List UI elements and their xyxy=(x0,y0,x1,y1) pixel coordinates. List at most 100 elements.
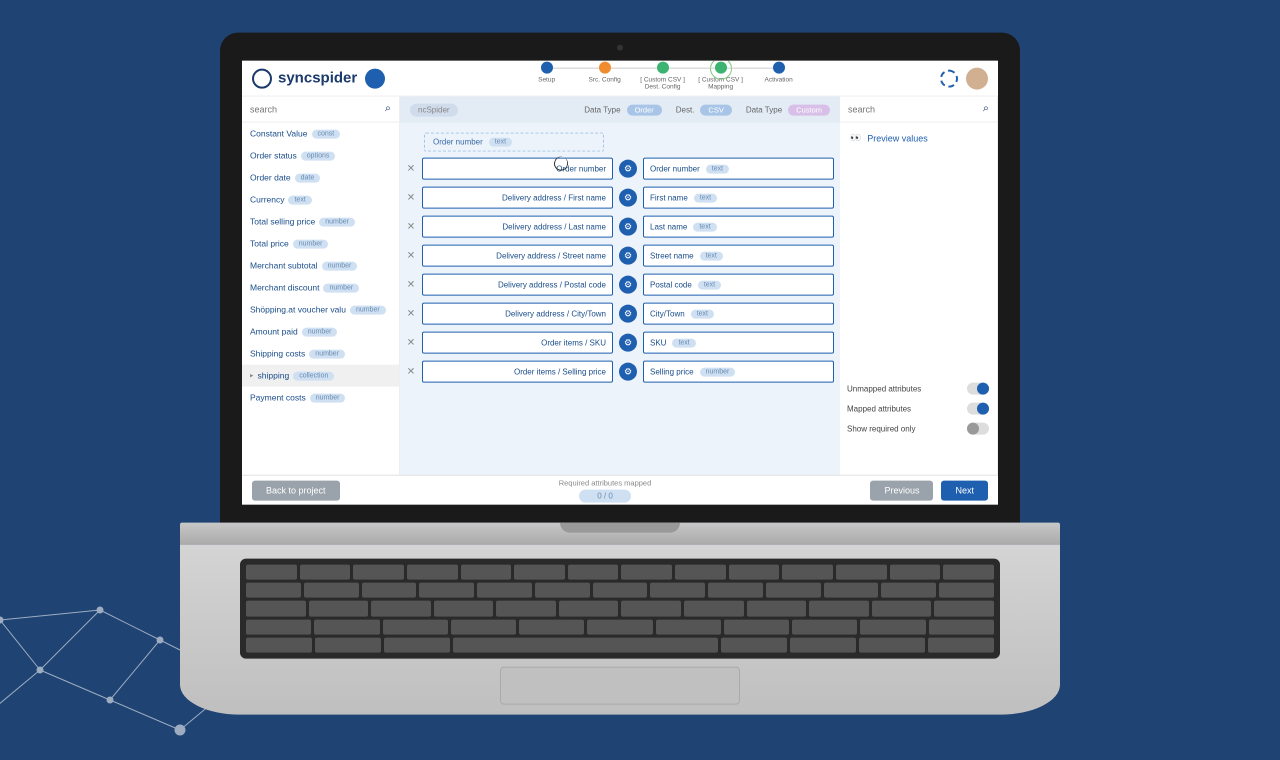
mapping-dest-label: City/Town xyxy=(650,309,685,318)
step-label: Activation xyxy=(765,76,793,83)
search-icon[interactable]: ⌕ xyxy=(385,103,391,116)
remove-mapping-icon[interactable]: ✕ xyxy=(406,221,416,232)
attr-type-tag: number xyxy=(322,261,358,270)
mapping-source-box[interactable]: Delivery address / Postal code xyxy=(422,274,613,296)
attr-name: Order status xyxy=(250,151,297,161)
source-attr-item[interactable]: Constant Valueconst xyxy=(242,123,399,145)
dest-data-type-value: Custom xyxy=(788,104,830,115)
mapping-dest-box[interactable]: First nametext xyxy=(643,187,834,209)
mapping-gear-icon[interactable]: ⚙ xyxy=(619,334,637,352)
attr-name: Merchant discount xyxy=(250,283,319,293)
mapping-source-label: Order items / SKU xyxy=(541,338,606,347)
source-attr-item[interactable]: Total pricenumber xyxy=(242,233,399,255)
source-attr-item[interactable]: Merchant discountnumber xyxy=(242,277,399,299)
mapping-dest-box[interactable]: Selling price number xyxy=(643,361,834,383)
mapping-gear-icon[interactable]: ⚙ xyxy=(619,305,637,323)
remove-mapping-icon[interactable]: ✕ xyxy=(406,163,416,174)
attr-type-tag: collection xyxy=(293,371,334,380)
drag-slot[interactable]: Order number text xyxy=(424,133,604,152)
remove-mapping-icon[interactable]: ✕ xyxy=(406,250,416,261)
destination-panel: ⌕ 👀 Preview values Unmapped attributesMa… xyxy=(840,97,998,475)
source-attr-item[interactable]: Merchant subtotalnumber xyxy=(242,255,399,277)
user-avatar[interactable] xyxy=(966,67,988,89)
source-attr-item[interactable]: Total selling pricenumber xyxy=(242,211,399,233)
mapping-dest-label: Street name xyxy=(650,251,694,260)
remove-mapping-icon[interactable]: ✕ xyxy=(406,192,416,203)
next-button[interactable]: Next xyxy=(941,480,988,500)
step-dot-icon xyxy=(599,61,611,73)
mapping-dest-box[interactable]: City/Town text xyxy=(643,303,834,325)
remove-mapping-icon[interactable]: ✕ xyxy=(406,308,416,319)
mapping-dest-label: Last name xyxy=(650,222,687,231)
attr-name: Shöpping.at voucher valu xyxy=(250,305,346,315)
help-icon[interactable] xyxy=(940,69,958,87)
mapping-gear-icon[interactable]: ⚙ xyxy=(619,247,637,265)
mapping-source-box[interactable]: Delivery address / Street name xyxy=(422,245,613,267)
drag-slot-label: Order number xyxy=(433,138,483,147)
attr-name: Total price xyxy=(250,239,289,249)
step-label: [ Custom CSV ]Mapping xyxy=(698,76,743,90)
step-3[interactable]: [ Custom CSV ]Mapping xyxy=(692,61,750,90)
mapping-row: ✕ Order items / SKU ⚙ SKUtext xyxy=(406,332,834,354)
dest-search-input[interactable] xyxy=(848,104,983,114)
mapping-gear-icon[interactable]: ⚙ xyxy=(619,160,637,178)
mapping-source-box[interactable]: Order items / SKU xyxy=(422,332,613,354)
step-2[interactable]: [ Custom CSV ]Dest. Config xyxy=(634,61,692,90)
step-4[interactable]: Activation xyxy=(750,61,808,83)
mapping-dest-label: Order number xyxy=(650,164,700,173)
mapping-dest-type: number xyxy=(700,367,736,376)
mapping-dest-type: text xyxy=(691,309,714,318)
source-attr-item[interactable]: Amount paidnumber xyxy=(242,321,399,343)
remove-mapping-icon[interactable]: ✕ xyxy=(406,366,416,377)
mapping-dest-box[interactable]: Last nametext xyxy=(643,216,834,238)
source-attr-item[interactable]: Currencytext xyxy=(242,189,399,211)
mapping-dest-box[interactable]: Street name text xyxy=(643,245,834,267)
mapping-gear-icon[interactable]: ⚙ xyxy=(619,218,637,236)
back-to-project-button[interactable]: Back to project xyxy=(252,480,340,500)
attr-name: Constant Value xyxy=(250,129,308,139)
source-attr-item[interactable]: Shöpping.at voucher valunumber xyxy=(242,299,399,321)
source-attr-item[interactable]: Order datedate xyxy=(242,167,399,189)
mapping-gear-icon[interactable]: ⚙ xyxy=(619,276,637,294)
source-attr-item[interactable]: Order statusoptions xyxy=(242,145,399,167)
mapping-dest-label: First name xyxy=(650,193,688,202)
mapping-source-box[interactable]: Delivery address / City/Town xyxy=(422,303,613,325)
mapping-dest-box[interactable]: SKUtext xyxy=(643,332,834,354)
mapping-source-box[interactable]: Delivery address / First name xyxy=(422,187,613,209)
mapping-row: ✕ Delivery address / Street name ⚙ Street n… xyxy=(406,245,834,267)
remove-mapping-icon[interactable]: ✕ xyxy=(406,337,416,348)
mapping-dest-type: text xyxy=(700,251,723,260)
toggle-switch[interactable] xyxy=(967,423,989,435)
toggle-row: Mapped attributes xyxy=(847,399,989,419)
toggle-row: Show required only xyxy=(847,419,989,439)
toggle-switch[interactable] xyxy=(967,403,989,415)
mapping-gear-icon[interactable]: ⚙ xyxy=(619,363,637,381)
mapping-dest-box[interactable]: Postal codetext xyxy=(643,274,834,296)
step-label: [ Custom CSV ]Dest. Config xyxy=(640,76,685,90)
toggle-switch[interactable] xyxy=(967,383,989,395)
toggle-row: Unmapped attributes xyxy=(847,379,989,399)
attr-name: Currency xyxy=(250,195,284,205)
source-attr-item[interactable]: Payment costsnumber xyxy=(242,387,399,409)
source-attr-item[interactable]: Shipping costs number xyxy=(242,343,399,365)
attr-type-tag: number xyxy=(309,349,345,358)
mapping-dest-label: Selling price xyxy=(650,367,694,376)
mapping-source-box[interactable]: Delivery address / Last name xyxy=(422,216,613,238)
laptop-keyboard xyxy=(240,559,1000,659)
search-icon[interactable]: ⌕ xyxy=(983,103,989,116)
step-0[interactable]: Setup xyxy=(518,61,576,83)
step-dot-icon xyxy=(715,61,727,73)
step-1[interactable]: Src. Config xyxy=(576,61,634,83)
source-attr-item[interactable]: ▸shippingcollection xyxy=(242,365,399,387)
mapping-source-box[interactable]: Order number xyxy=(422,158,613,180)
attr-name: Shipping costs xyxy=(250,349,305,359)
mapping-source-box[interactable]: Order items / Selling price xyxy=(422,361,613,383)
preview-values-link[interactable]: 👀 Preview values xyxy=(840,123,997,154)
source-search-input[interactable] xyxy=(250,104,385,114)
mapping-dest-box[interactable]: Order numbertext xyxy=(643,158,834,180)
step-dot-icon xyxy=(657,61,669,73)
remove-mapping-icon[interactable]: ✕ xyxy=(406,279,416,290)
previous-button[interactable]: Previous xyxy=(870,480,933,500)
mapping-dest-type: text xyxy=(672,338,695,347)
mapping-gear-icon[interactable]: ⚙ xyxy=(619,189,637,207)
